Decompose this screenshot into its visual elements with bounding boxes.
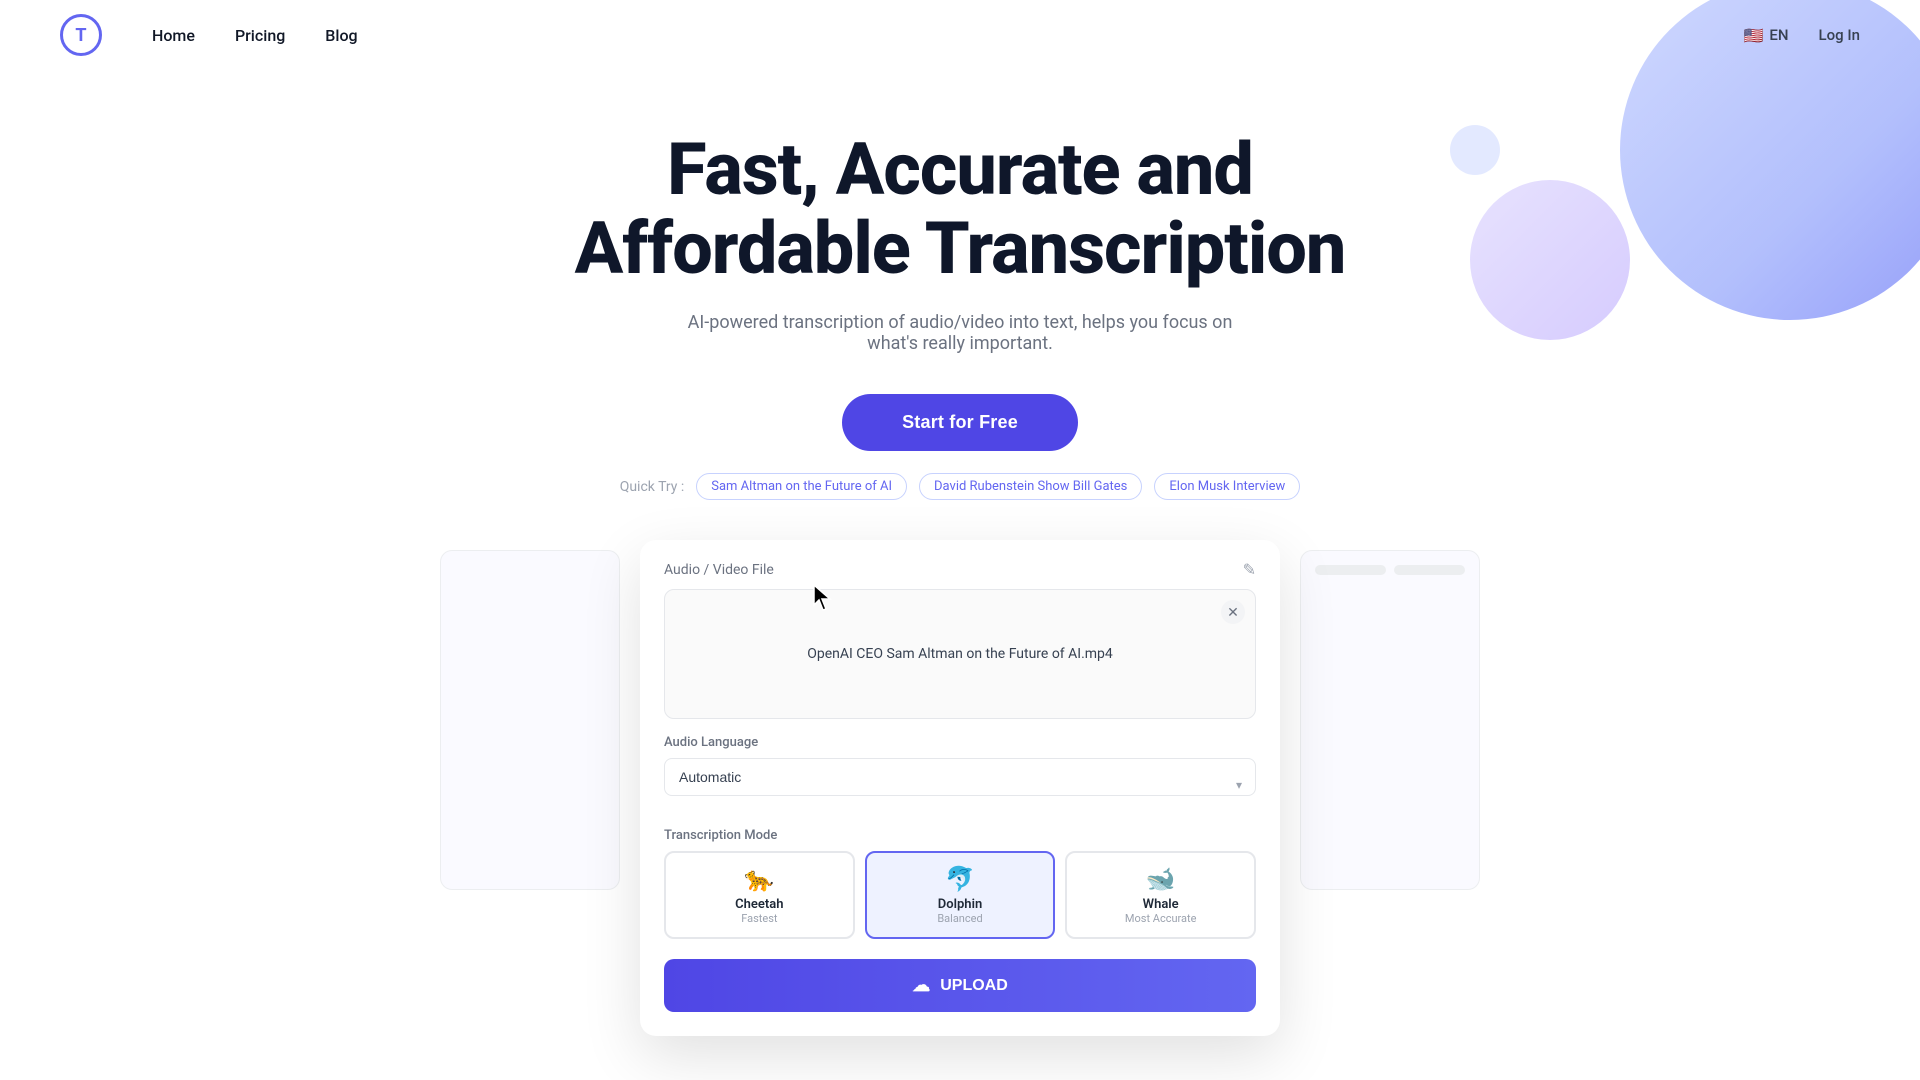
nav-pricing[interactable]: Pricing	[235, 26, 285, 45]
upload-modal: Audio / Video File ✎ ✕ OpenAI CEO Sam Al…	[640, 540, 1280, 1036]
panel-pill-2	[1394, 565, 1465, 575]
navbar: T Home Pricing Blog 🇺🇸 EN Log In	[0, 0, 1920, 70]
quick-try-label: Quick Try :	[620, 479, 685, 495]
file-name: OpenAI CEO Sam Altman on the Future of A…	[807, 646, 1113, 662]
cheetah-desc: Fastest	[674, 912, 845, 925]
mode-dolphin[interactable]: 🐬 Dolphin Balanced	[865, 851, 1056, 939]
language-label: EN	[1769, 26, 1788, 44]
modal-wrapper: Audio / Video File ✎ ✕ OpenAI CEO Sam Al…	[640, 540, 1280, 1036]
flag-icon: 🇺🇸	[1744, 26, 1764, 45]
language-section-label: Audio Language	[664, 735, 1256, 750]
edit-icon[interactable]: ✎	[1243, 560, 1256, 579]
whale-desc: Most Accurate	[1075, 912, 1246, 925]
quick-try-chip-0[interactable]: Sam Altman on the Future of AI	[696, 473, 907, 500]
dolphin-desc: Balanced	[875, 912, 1046, 925]
language-button[interactable]: 🇺🇸 EN	[1744, 26, 1789, 45]
quick-try-chip-2[interactable]: Elon Musk Interview	[1154, 473, 1300, 500]
panel-pill-1	[1315, 565, 1386, 575]
side-panel-left	[440, 550, 620, 890]
logo-circle: T	[60, 14, 102, 56]
side-panel-right	[1300, 550, 1480, 890]
cheetah-emoji: 🐆	[674, 865, 845, 893]
upload-label: UPLOAD	[940, 977, 1008, 995]
cheetah-name: Cheetah	[674, 897, 845, 912]
quick-try-chip-1[interactable]: David Rubenstein Show Bill Gates	[919, 473, 1142, 500]
login-button[interactable]: Log In	[1819, 26, 1860, 44]
whale-name: Whale	[1075, 897, 1246, 912]
nav-blog[interactable]: Blog	[325, 26, 357, 45]
dolphin-name: Dolphin	[875, 897, 1046, 912]
nav-right: 🇺🇸 EN Log In	[1744, 26, 1861, 45]
logo-letter: T	[75, 25, 86, 46]
dolphin-emoji: 🐬	[875, 865, 1046, 893]
start-free-button[interactable]: Start for Free	[842, 394, 1078, 451]
upload-button[interactable]: ☁ UPLOAD	[664, 959, 1256, 1012]
side-panel-right-top	[1301, 551, 1479, 589]
nav-links: Home Pricing Blog	[152, 26, 1744, 45]
language-select[interactable]: Automatic English Spanish French	[664, 758, 1256, 796]
hero-section: Fast, Accurate and Affordable Transcript…	[0, 70, 1920, 1036]
hero-title: Fast, Accurate and Affordable Transcript…	[575, 130, 1346, 288]
file-header-label: Audio / Video File	[664, 562, 774, 578]
file-drop-area[interactable]: ✕ OpenAI CEO Sam Altman on the Future of…	[664, 589, 1256, 719]
mode-options: 🐆 Cheetah Fastest 🐬 Dolphin Balanced 🐋 W…	[664, 851, 1256, 939]
nav-home[interactable]: Home	[152, 26, 195, 45]
whale-emoji: 🐋	[1075, 865, 1246, 893]
mode-cheetah[interactable]: 🐆 Cheetah Fastest	[664, 851, 855, 939]
file-header: Audio / Video File ✎	[664, 560, 1256, 579]
language-select-wrapper: Automatic English Spanish French ▾	[664, 758, 1256, 812]
modal-container: Audio / Video File ✎ ✕ OpenAI CEO Sam Al…	[640, 540, 1280, 1036]
mode-section-label: Transcription Mode	[664, 828, 1256, 843]
quick-try-section: Quick Try : Sam Altman on the Future of …	[620, 473, 1301, 500]
close-button[interactable]: ✕	[1221, 600, 1245, 624]
hero-subtitle: AI-powered transcription of audio/video …	[660, 312, 1260, 354]
hero-title-line1: Fast, Accurate and	[667, 127, 1253, 212]
hero-title-line2: Affordable Transcription	[575, 206, 1346, 291]
upload-icon: ☁	[912, 975, 930, 996]
modal-inner: Audio / Video File ✎ ✕ OpenAI CEO Sam Al…	[640, 540, 1280, 1036]
logo[interactable]: T	[60, 14, 102, 56]
mode-whale[interactable]: 🐋 Whale Most Accurate	[1065, 851, 1256, 939]
